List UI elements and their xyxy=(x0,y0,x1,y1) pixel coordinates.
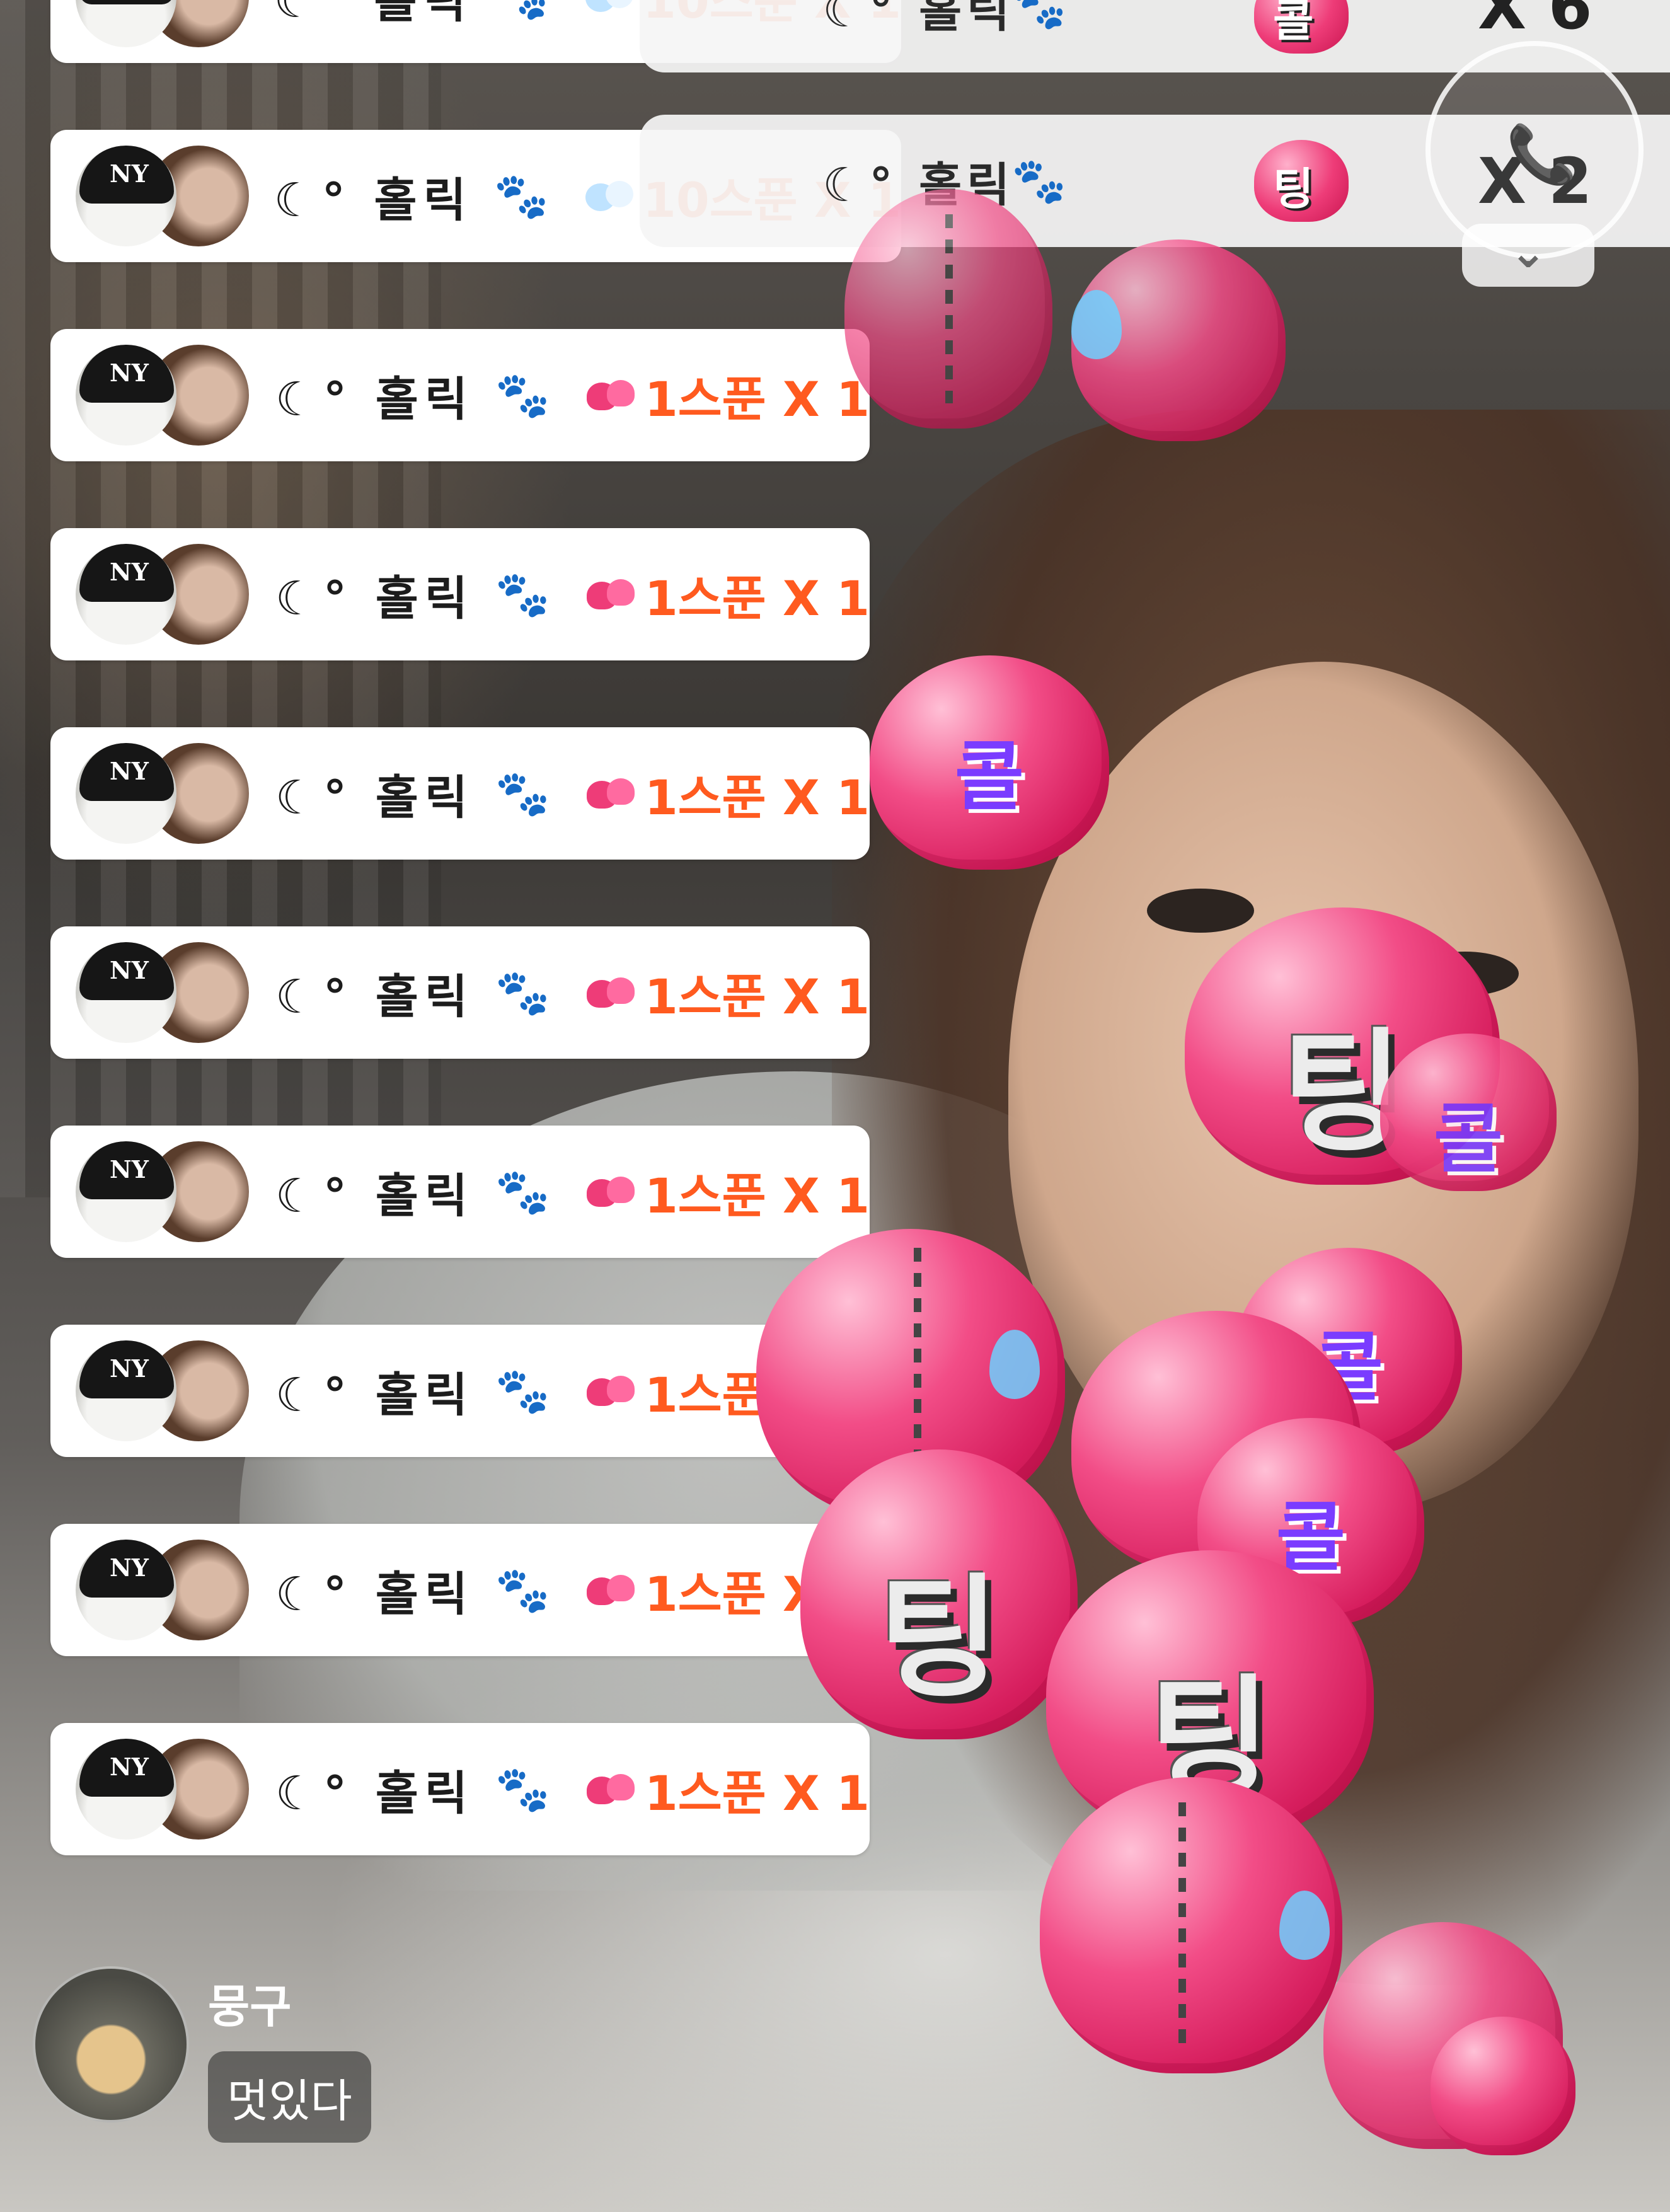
sender-avatars[interactable]: NY xyxy=(76,942,250,1043)
paw-icon: 🐾 xyxy=(495,1564,551,1616)
heart-sticker-icon: 콜 xyxy=(1241,0,1368,60)
sender-avatars[interactable]: NY xyxy=(76,1141,250,1242)
sender-nickname: ☾° 홀릭 xyxy=(275,1168,474,1223)
paw-icon: 🐾 xyxy=(493,170,549,222)
gift-amount: 1스푼 X 1 xyxy=(644,1765,870,1821)
banner-nickname: ☾° 홀릭 xyxy=(822,0,1015,38)
comment-message: 멋있다 xyxy=(208,2051,371,2143)
sender-nickname: ☾° 홀릭 xyxy=(274,0,473,28)
dog-avatar: NY xyxy=(76,1739,176,1840)
dog-avatar: NY xyxy=(76,146,176,246)
paw-icon: 🐾 xyxy=(495,1763,551,1815)
paw-icon: 🐾 xyxy=(495,966,551,1018)
sender-avatars[interactable]: NY xyxy=(76,743,250,844)
heart-sticker-icon: 팅 xyxy=(1241,127,1368,234)
gift-amount: 1스푼 X 1 xyxy=(644,1168,870,1224)
gift-amount: 1스푼 X 1 xyxy=(644,570,870,626)
dog-avatar: NY xyxy=(76,544,176,645)
sender-nickname: ☾° 홀릭 xyxy=(274,173,473,228)
ting-heart-sticker: 팅 xyxy=(800,1449,1078,1739)
sender-nickname: ☾° 홀릭 xyxy=(275,770,474,825)
sender-nickname: ☾° 홀릭 xyxy=(275,1567,474,1622)
dog-avatar: NY xyxy=(76,743,176,844)
sender-avatars[interactable]: NY xyxy=(76,1540,250,1640)
commenter-avatar[interactable] xyxy=(33,1966,189,2123)
heart-gift-icon xyxy=(587,377,635,413)
gift-amount: 1스푼 X 1 xyxy=(644,371,870,427)
gift-message-row: NY ☾° 홀릭 🐾 1스푼 X 1 xyxy=(50,1723,870,1855)
paw-icon: 🐾 xyxy=(495,1165,551,1218)
streamer-eye-left xyxy=(1147,889,1254,933)
heart-gift-icon xyxy=(587,776,635,811)
sender-nickname: ☾° 홀릭 xyxy=(275,372,474,427)
gift-amount: 1스푼 X 1 xyxy=(644,769,870,826)
heart-gift-icon xyxy=(587,975,635,1010)
kol-heart-sticker: 콜 xyxy=(1380,1034,1557,1191)
heart-gift-icon xyxy=(587,1174,635,1209)
moon-gift-icon xyxy=(585,0,633,14)
gift-message-row: NY ☾° 홀릭 🐾 1스푼 X 1 xyxy=(50,926,870,1059)
dog-avatar: NY xyxy=(76,345,176,446)
gift-message-row: NY ☾° 홀릭 🐾 1스푼 X 1 xyxy=(50,528,870,660)
paw-icon: 🐾 xyxy=(495,1364,551,1417)
dog-avatar: NY xyxy=(76,0,176,47)
paw-icon: 🐾 xyxy=(495,369,551,421)
gift-message-row: NY ☾° 홀릭 🐾 1스푼 X 1 xyxy=(50,1126,870,1258)
sender-avatars[interactable]: NY xyxy=(76,345,250,446)
sender-nickname: ☾° 홀릭 xyxy=(275,1766,474,1821)
dog-avatar: NY xyxy=(76,942,176,1043)
banner-count: X 6 xyxy=(1478,0,1592,43)
heart-gift-icon xyxy=(587,577,635,612)
paw-icon: 🐾 xyxy=(495,767,551,819)
heart-gift-icon xyxy=(587,1373,635,1408)
sender-avatars[interactable]: NY xyxy=(76,146,249,246)
chevron-down-icon: ⌄ xyxy=(1509,226,1547,278)
dog-avatar: NY xyxy=(76,1141,176,1242)
sender-nickname: ☾° 홀릭 xyxy=(275,1368,474,1422)
sender-nickname: ☾° 홀릭 xyxy=(275,969,474,1024)
gift-amount: 1스푼 X 1 xyxy=(644,969,870,1025)
kol-heart-sticker: 콜 xyxy=(870,655,1109,870)
commenter-name[interactable]: 뭉구 xyxy=(208,1969,291,2036)
heart-gift-icon xyxy=(587,1771,635,1807)
paw-icon: 🐾 xyxy=(495,568,551,620)
heart-gift-icon xyxy=(587,1572,635,1608)
gift-message-row: NY☾° 홀릭🐾1스푼 X 1 xyxy=(50,1325,870,1457)
dog-avatar: NY xyxy=(76,1540,176,1640)
sender-avatars[interactable]: NY xyxy=(76,1340,250,1441)
moon-gift-icon xyxy=(585,178,633,214)
sender-nickname: ☾° 홀릭 xyxy=(275,571,474,626)
dog-avatar: NY xyxy=(76,1340,176,1441)
paw-icon: 🐾 xyxy=(1011,154,1067,207)
collapse-banners-button[interactable]: ⌄ xyxy=(1462,224,1594,287)
heart-sticker xyxy=(1431,2017,1575,2155)
sender-avatars[interactable]: NY xyxy=(76,544,250,645)
sender-avatars[interactable]: NY xyxy=(76,1739,250,1840)
paw-icon: 🐾 xyxy=(1011,0,1067,32)
paw-icon: 🐾 xyxy=(494,0,549,23)
broken-heart-sticker xyxy=(844,189,1052,429)
phone-icon: 📞 xyxy=(1506,122,1577,188)
gift-message-row: NY ☾° 홀릭 🐾 1스푼 X 1 xyxy=(50,329,870,461)
gift-message-row: NY ☾° 홀릭 🐾 1스푼 X 1 xyxy=(50,727,870,860)
gift-message-row: NY☾° 홀릭🐾1스푼 X 1 xyxy=(50,1524,870,1656)
sender-avatars[interactable]: NY xyxy=(76,0,249,47)
